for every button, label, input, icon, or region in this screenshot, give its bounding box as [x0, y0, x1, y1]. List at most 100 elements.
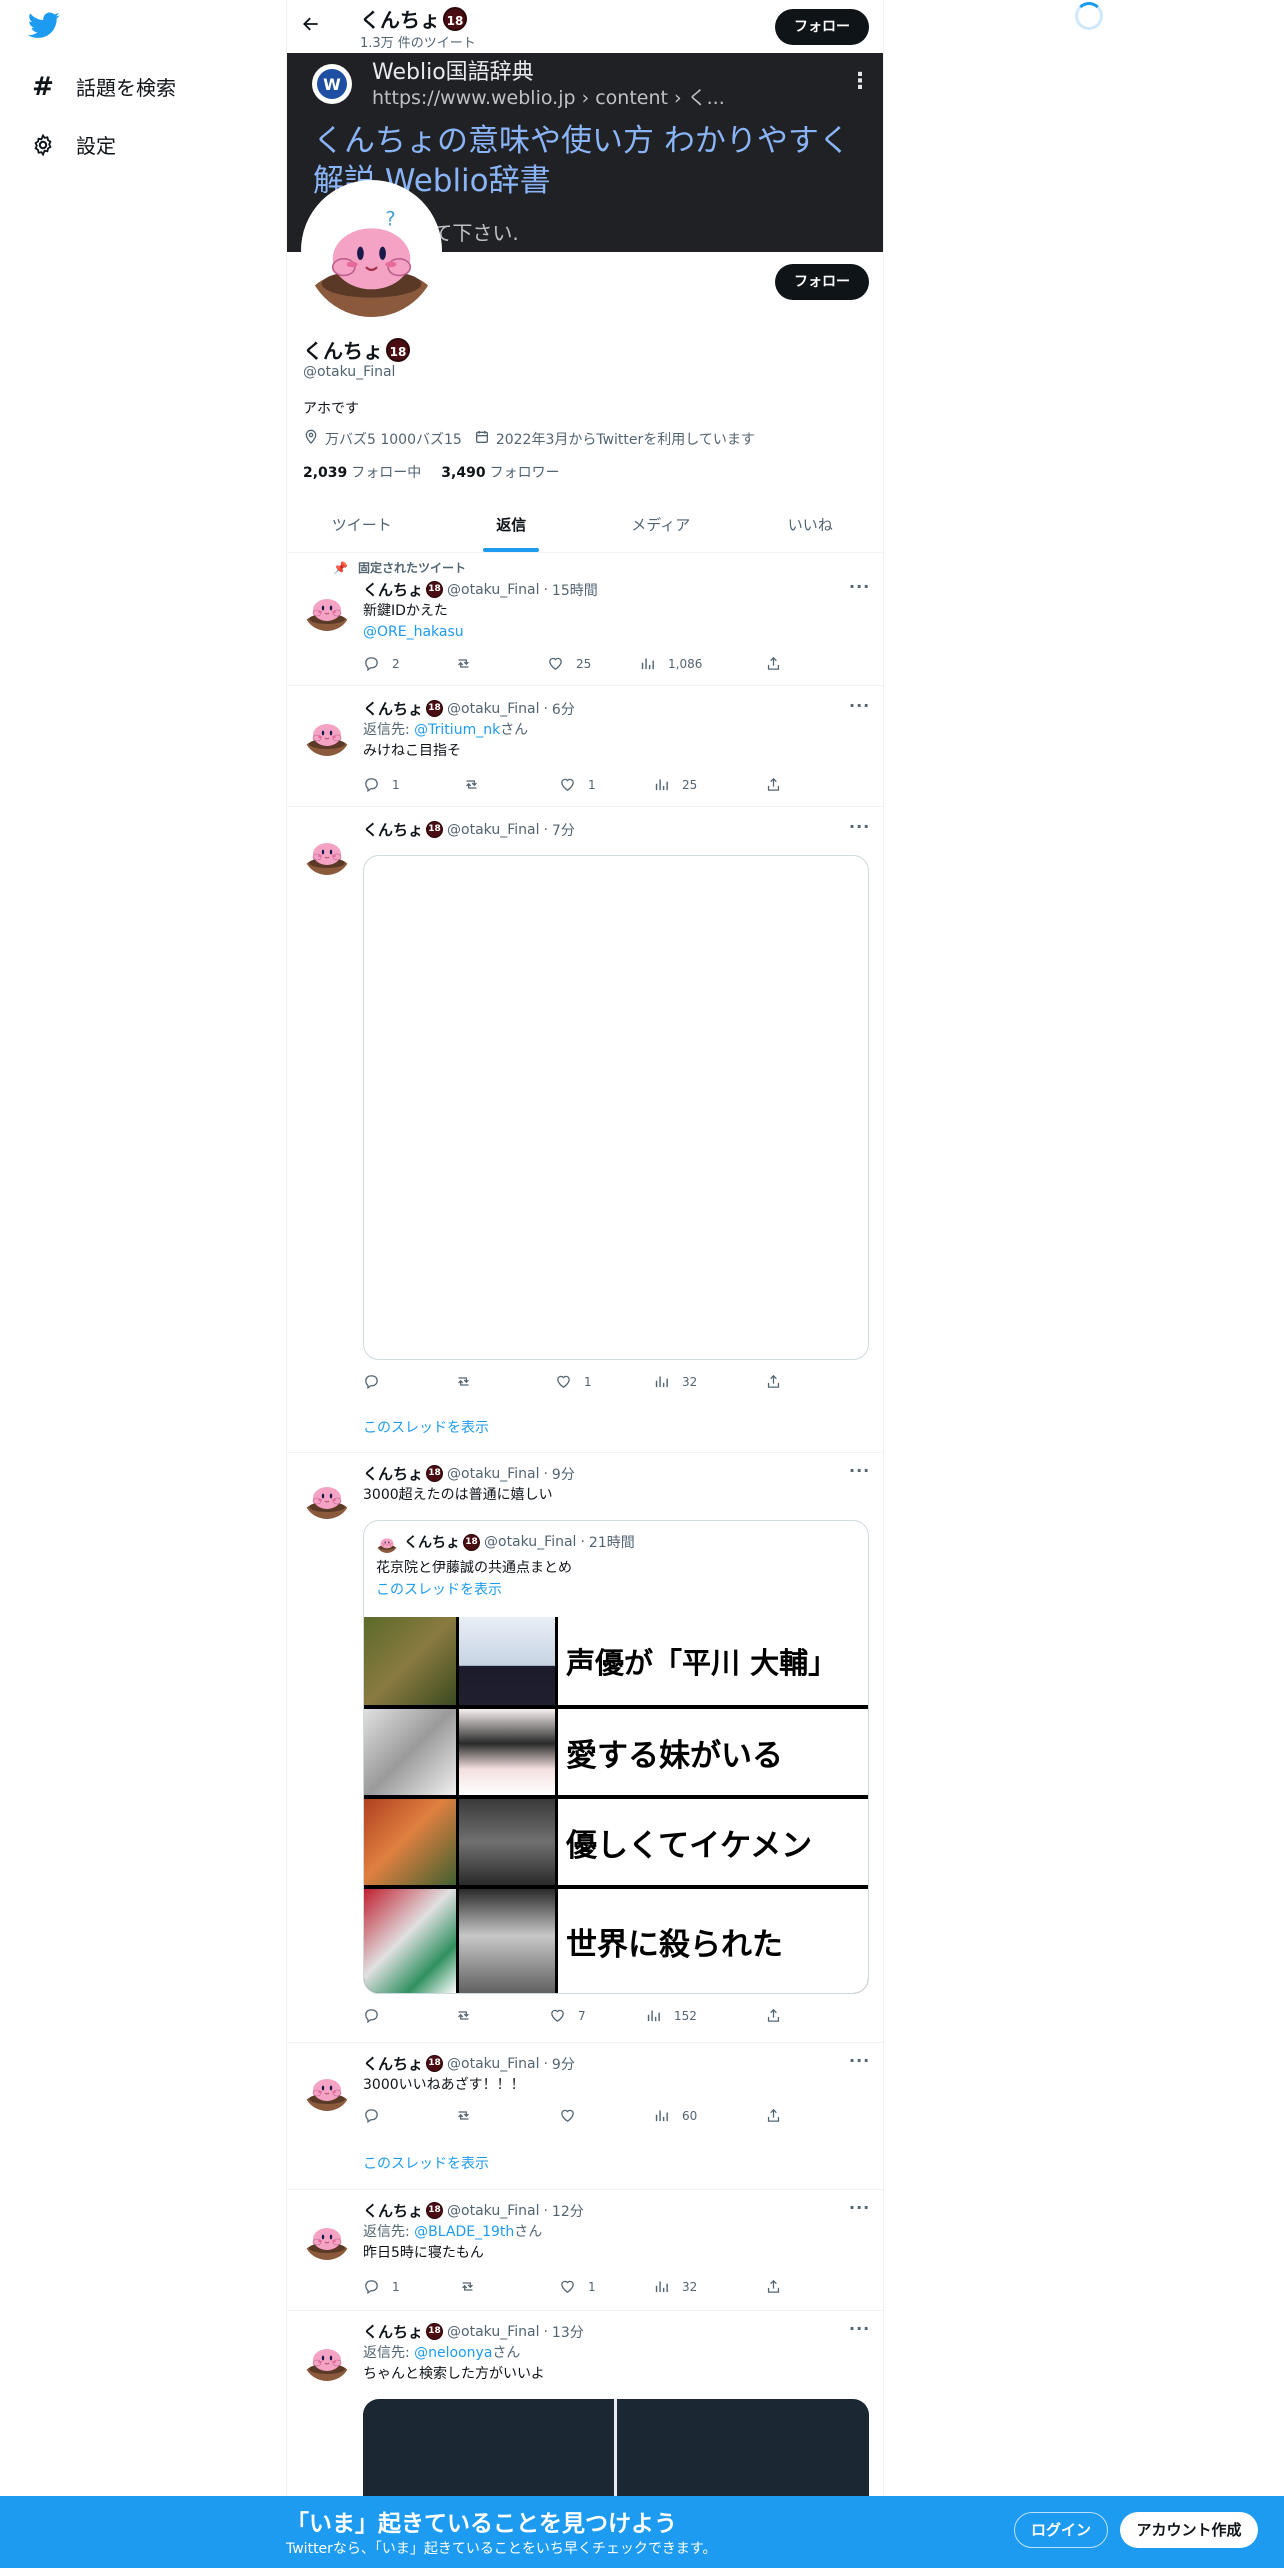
- nav-explore[interactable]: # 話題を検索: [30, 71, 176, 102]
- tweet-actions: 1 1 32: [363, 2278, 793, 2298]
- views-button[interactable]: 1,086: [639, 655, 702, 672]
- views-button[interactable]: 25: [653, 776, 697, 793]
- reply-to-line: 返信先: @neloonyaさん: [363, 2345, 521, 2361]
- avatar[interactable]: [303, 583, 351, 631]
- reply-button[interactable]: [363, 2107, 392, 2124]
- mention-link[interactable]: @ORE_hakasu: [363, 622, 464, 643]
- more-options-icon[interactable]: ···: [849, 2319, 870, 2338]
- like-button[interactable]: [559, 2107, 588, 2124]
- header-tweet-count: 1.3万 件のツイート: [360, 36, 476, 51]
- retweet-button[interactable]: [463, 776, 492, 793]
- tweet-actions: 2 25 1,086: [363, 655, 793, 675]
- more-options-icon[interactable]: ···: [849, 2198, 870, 2217]
- signup-banner: 「いま」起きていることを見つけよう Twitterなら、「いま」起きていることを…: [0, 2496, 1284, 2568]
- share-button[interactable]: [765, 655, 794, 672]
- twitter-logo-icon[interactable]: [28, 12, 64, 42]
- reply-button[interactable]: 1: [363, 776, 400, 793]
- tweet-text: 新鍵IDかえた @ORE_hakasu: [363, 601, 464, 643]
- tweet-header: くんちょ 18 @otaku_Final · 15時間: [363, 581, 598, 599]
- signup-button[interactable]: アカウント作成: [1120, 2512, 1258, 2548]
- profile-joined: 2022年3月からTwitterを利用しています: [495, 432, 755, 448]
- header-follow-button[interactable]: フォロー: [775, 9, 869, 45]
- like-button[interactable]: 1: [555, 1373, 592, 1390]
- avatar[interactable]: [303, 1471, 351, 1519]
- reply-button[interactable]: 2: [363, 655, 400, 672]
- profile-follow-button[interactable]: フォロー: [775, 264, 869, 300]
- calendar-icon: [474, 429, 490, 449]
- reply-button[interactable]: [363, 2007, 392, 2024]
- reply-button[interactable]: 1: [363, 2278, 400, 2295]
- tweet[interactable]: くんちょ 18 @otaku_Final · 12分 ··· 返信先: @BLADE_…: [287, 2190, 883, 2311]
- tab-media[interactable]: メディア: [586, 500, 736, 552]
- hashtag-icon: #: [32, 71, 54, 102]
- tab-tweets[interactable]: ツイート: [287, 500, 437, 552]
- mention-link[interactable]: @Tritium_nk: [414, 722, 500, 738]
- like-button[interactable]: 1: [559, 776, 596, 793]
- retweet-button[interactable]: [455, 1373, 484, 1390]
- followers-link[interactable]: 3,490 フォロワー: [441, 462, 559, 482]
- media-divider: [614, 2399, 617, 2500]
- mention-link[interactable]: @BLADE_19th: [414, 2224, 514, 2240]
- more-options-icon[interactable]: ···: [849, 817, 870, 836]
- share-button[interactable]: [765, 2107, 794, 2124]
- tab-likes[interactable]: いいね: [736, 500, 884, 552]
- share-button[interactable]: [765, 1373, 794, 1390]
- kebab-menu-icon: ⋮: [849, 69, 871, 94]
- avatar[interactable]: [303, 2333, 351, 2381]
- image-panel: [459, 1617, 555, 1705]
- views-button[interactable]: 32: [653, 1373, 697, 1390]
- avatar[interactable]: [303, 2212, 351, 2260]
- image-panel: [364, 1709, 456, 1795]
- more-options-icon[interactable]: ···: [849, 577, 870, 596]
- views-button[interactable]: 152: [645, 2007, 697, 2024]
- more-options-icon[interactable]: ···: [849, 696, 870, 715]
- tweet-media[interactable]: [363, 2399, 869, 2500]
- show-thread-link[interactable]: このスレッドを表示: [376, 1579, 502, 1599]
- tweet[interactable]: くんちょ 18 @otaku_Final · 7分 ··· 1 32 このスレッドを表…: [287, 807, 883, 1453]
- login-button[interactable]: ログイン: [1014, 2512, 1108, 2548]
- more-options-icon[interactable]: ···: [849, 2051, 870, 2070]
- avatar: [376, 1531, 398, 1553]
- quote-image[interactable]: 声優が「平川 大輔」 愛する妹がいる 優しくてイケメン 世界に殺られた: [364, 1617, 868, 1993]
- tweet-text: 3000超えたのは普通に嬉しい: [363, 1487, 553, 1503]
- share-button[interactable]: [765, 2278, 794, 2295]
- tweet-media[interactable]: [363, 855, 869, 1360]
- nav-settings[interactable]: 設定: [30, 130, 116, 159]
- nav-explore-label: 話題を検索: [76, 76, 176, 100]
- retweet-button[interactable]: [455, 2007, 484, 2024]
- more-options-icon[interactable]: ···: [849, 1461, 870, 1480]
- tweet[interactable]: 📌 固定されたツイート くんちょ 18 @otaku_Final · 15時間 ···…: [287, 553, 883, 686]
- pinned-label: 📌 固定されたツイート: [333, 560, 466, 576]
- avatar[interactable]: [303, 708, 351, 756]
- views-button[interactable]: 60: [653, 2107, 697, 2124]
- retweet-button[interactable]: [459, 2278, 488, 2295]
- show-thread-link[interactable]: このスレッドを表示: [363, 2153, 489, 2173]
- following-link[interactable]: 2,039 フォロー中: [303, 462, 421, 482]
- share-button[interactable]: [765, 2007, 794, 2024]
- tweet[interactable]: くんちょ 18 @otaku_Final · 9分 ··· 3000超えたのは普通に嬉…: [287, 1453, 883, 2043]
- like-button[interactable]: 1: [559, 2278, 596, 2295]
- tab-replies[interactable]: 返信: [437, 500, 587, 552]
- like-button[interactable]: 7: [549, 2007, 586, 2024]
- show-thread-link[interactable]: このスレッドを表示: [363, 1417, 489, 1437]
- age-18-badge-icon: 18: [426, 2202, 444, 2219]
- back-arrow-icon[interactable]: [301, 14, 321, 39]
- share-button[interactable]: [765, 776, 794, 793]
- weblio-logo-icon: W: [312, 64, 352, 104]
- tweet[interactable]: くんちょ 18 @otaku_Final · 13分 ··· 返信先: @neloon…: [287, 2311, 883, 2500]
- mention-link[interactable]: @neloonya: [414, 2345, 492, 2361]
- retweet-button[interactable]: [455, 655, 484, 672]
- tweet[interactable]: くんちょ 18 @otaku_Final · 9分 ··· 3000いいねあざす！！！…: [287, 2043, 883, 2190]
- tweet[interactable]: くんちょ 18 @otaku_Final · 6分 ··· 返信先: @Tritium…: [287, 686, 883, 807]
- avatar[interactable]: [303, 2063, 351, 2111]
- avatar[interactable]: [303, 827, 351, 875]
- profile-column: W Weblio国語辞典 https://www.weblio.jp › con…: [286, 0, 884, 2500]
- quoted-tweet[interactable]: くんちょ 18 @otaku_Final · 21時間 花京院と伊藤誠の共通点まとめ …: [363, 1520, 869, 1994]
- tweet-header: くんちょ 18 @otaku_Final · 6分: [363, 700, 575, 718]
- retweet-button[interactable]: [455, 2107, 484, 2124]
- like-button[interactable]: 25: [547, 655, 591, 672]
- views-button[interactable]: 32: [653, 2278, 697, 2295]
- image-panel: [364, 1799, 456, 1885]
- profile-avatar[interactable]: ?: [301, 180, 442, 321]
- reply-button[interactable]: [363, 1373, 392, 1390]
